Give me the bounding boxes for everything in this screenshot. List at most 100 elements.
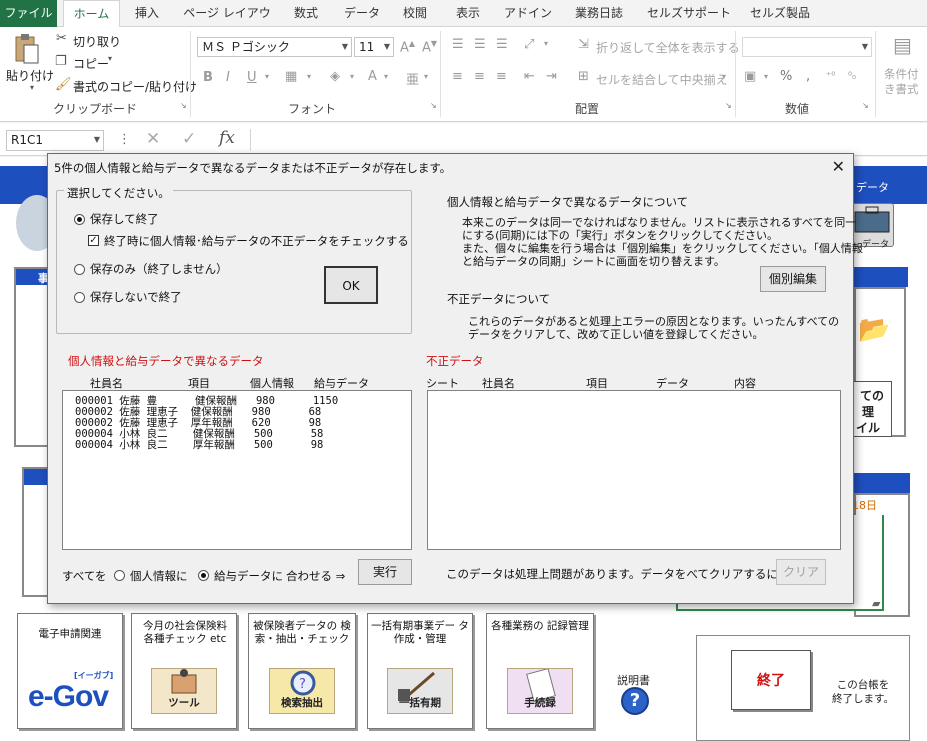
tools-button[interactable]: 今月の社会保険料 各種チェック etc ツール — [131, 613, 237, 729]
fill-dropdown-icon[interactable]: ▾ — [350, 72, 354, 81]
exit-nosave-radio[interactable] — [74, 292, 85, 303]
align-right-icon[interactable]: ≡ — [496, 69, 507, 84]
phonetic-icon[interactable]: 亜 — [406, 69, 419, 88]
tab-review[interactable]: 校閲 — [395, 0, 435, 27]
orientation-icon[interactable]: ⤢ — [524, 37, 534, 52]
list-item[interactable]: 000004 小林 良二 厚年報酬 500 98 — [75, 439, 323, 451]
check-invalid-checkbox[interactable]: ✓ — [88, 235, 99, 246]
bulk-business-title: 一括有期事業デー タ作成・管理 — [371, 620, 469, 645]
font-size-select[interactable]: 11 ▼ — [354, 37, 394, 57]
alignment-launcher-icon[interactable]: ↘ — [725, 101, 732, 110]
bulk-business-button[interactable]: 一括有期事業デー タ作成・管理 一括有期 — [367, 613, 473, 729]
sync-personal-radio[interactable] — [114, 570, 125, 581]
fill-color-icon[interactable]: ◈ — [330, 69, 340, 84]
tab-data[interactable]: データ — [338, 0, 386, 27]
save-exit-radio[interactable] — [74, 214, 85, 225]
decimal-increase-icon[interactable]: ⁺⁰ — [826, 71, 835, 82]
underline-dropdown-icon[interactable]: ▾ — [265, 72, 269, 81]
tab-cells-support[interactable]: セルズサポート — [644, 0, 734, 27]
procedure-record-button[interactable]: 各種業務の 記録管理 手続録 — [486, 613, 594, 729]
tab-cells-products[interactable]: セルズ製品 — [744, 0, 816, 27]
tab-page-layout[interactable]: ページ レイアウト — [178, 0, 276, 46]
font-name-select[interactable]: ＭＳ Ｐゴシック ▼ — [197, 37, 352, 57]
copy-button[interactable]: コピー — [73, 55, 109, 72]
phonetic-dropdown-icon[interactable]: ▾ — [424, 72, 428, 81]
merge-center-button[interactable]: セルを結合して中央揃え — [596, 71, 728, 88]
paste-button[interactable]: 貼り付け — [6, 67, 54, 84]
tab-work-diary[interactable]: 業務日誌 — [566, 0, 632, 27]
clipboard-launcher-icon[interactable]: ↘ — [180, 101, 187, 110]
tab-addins[interactable]: アドイン — [500, 0, 556, 27]
format-painter-button[interactable]: 書式のコピー/貼り付け — [73, 78, 197, 95]
search-extract-button[interactable]: 被保険者データの 検索・抽出・チェック ? 検索抽出 — [248, 613, 356, 729]
percent-button[interactable]: % — [780, 69, 792, 84]
currency-icon[interactable]: ▣ — [744, 69, 756, 84]
invalid-listbox[interactable] — [427, 390, 841, 550]
scissors-icon[interactable]: ✂ — [56, 31, 67, 46]
orientation-dropdown-icon[interactable]: ▾ — [544, 39, 548, 48]
indent-increase-icon[interactable]: ⇥ — [546, 69, 557, 84]
border-icon[interactable]: ▦ — [285, 69, 297, 84]
number-format-select[interactable]: ▼ — [742, 37, 872, 57]
wrap-text-icon[interactable]: ⇲ — [578, 37, 589, 52]
format-painter-icon[interactable]: 🖌 — [55, 77, 72, 92]
font-shrink-icon[interactable]: A▼ — [422, 39, 437, 55]
tab-view[interactable]: 表示 — [447, 0, 489, 27]
align-middle-icon[interactable]: ☰ — [474, 37, 486, 52]
comma-button[interactable]: , — [806, 69, 810, 84]
copy-dropdown-icon[interactable]: ▾ — [108, 54, 112, 63]
chevron-down-icon: ▼ — [861, 42, 868, 51]
folder-icon[interactable]: 📂 — [858, 315, 890, 345]
font-color-dropdown-icon[interactable]: ▾ — [384, 72, 388, 81]
currency-dropdown-icon[interactable]: ▾ — [764, 72, 768, 81]
align-left-icon[interactable]: ≡ — [452, 69, 463, 84]
individual-edit-button[interactable]: 個別編集 — [760, 266, 826, 292]
paste-dropdown-icon[interactable]: ▾ — [30, 83, 34, 92]
save-only-radio[interactable] — [74, 264, 85, 275]
enter-icon[interactable]: ✓ — [182, 129, 196, 149]
wrap-text-button[interactable]: 折り返して全体を表示する — [596, 39, 740, 56]
clear-note: このデータは処理上問題があります。データをべてクリアするには⇒ — [446, 567, 800, 581]
align-center-icon[interactable]: ≡ — [474, 69, 485, 84]
conditional-format-icon[interactable]: ▤ — [893, 33, 912, 57]
formula-input[interactable] — [250, 129, 927, 151]
execute-button[interactable]: 実行 — [358, 559, 412, 585]
egov-button[interactable]: 電子申請関連 [イーガブ] e-Gov — [17, 613, 123, 729]
sync-salary-radio[interactable] — [198, 570, 209, 581]
help-icon[interactable]: ? — [621, 687, 649, 715]
ok-button[interactable]: OK — [324, 266, 378, 304]
insert-function-button[interactable]: fx — [219, 128, 235, 148]
font-launcher-icon[interactable]: ↘ — [430, 101, 437, 110]
tab-formulas[interactable]: 数式 — [286, 0, 326, 27]
cancel-icon[interactable]: ✕ — [146, 129, 160, 149]
align-top-icon[interactable]: ☰ — [452, 37, 464, 52]
italic-button[interactable]: I — [226, 70, 230, 85]
merge-dropdown-icon[interactable]: ▾ — [722, 72, 726, 81]
diff-listbox[interactable]: 000001 佐藤 豊 健保報酬 980 1150 000002 佐藤 理恵子 … — [62, 390, 412, 550]
font-color-button[interactable]: A — [368, 69, 377, 84]
clear-button[interactable]: クリア — [776, 559, 826, 585]
eraser-icon[interactable]: ▰ — [872, 597, 880, 610]
separator — [875, 31, 876, 117]
name-box[interactable]: R1C1 ▼ — [6, 130, 104, 151]
merge-center-icon[interactable]: ⊞ — [578, 69, 589, 84]
tab-home[interactable]: ホーム — [63, 0, 120, 28]
conditional-format-button[interactable]: 条件付き書式 — [884, 67, 927, 99]
underline-button[interactable]: U — [247, 70, 257, 85]
border-dropdown-icon[interactable]: ▾ — [307, 72, 311, 81]
close-icon[interactable]: ✕ — [832, 157, 845, 176]
align-bottom-icon[interactable]: ☰ — [496, 37, 508, 52]
tab-insert[interactable]: 挿入 — [126, 0, 168, 27]
number-launcher-icon[interactable]: ↘ — [862, 101, 869, 110]
font-grow-icon[interactable]: A▲ — [400, 39, 415, 55]
exit-button[interactable]: 終了 — [731, 650, 811, 710]
bold-button[interactable]: B — [203, 70, 213, 85]
indent-decrease-icon[interactable]: ⇤ — [524, 69, 535, 84]
cut-button[interactable]: 切り取り — [73, 33, 121, 50]
more-icon[interactable]: ⋮ — [118, 132, 131, 147]
exit-nosave-label: 保存しないで終了 — [90, 290, 182, 304]
copy-icon[interactable]: ❐ — [55, 54, 67, 69]
tab-file[interactable]: ファイル — [0, 0, 57, 27]
paste-icon[interactable] — [12, 33, 40, 65]
decimal-decrease-icon[interactable]: ⁰₀ — [848, 71, 856, 82]
